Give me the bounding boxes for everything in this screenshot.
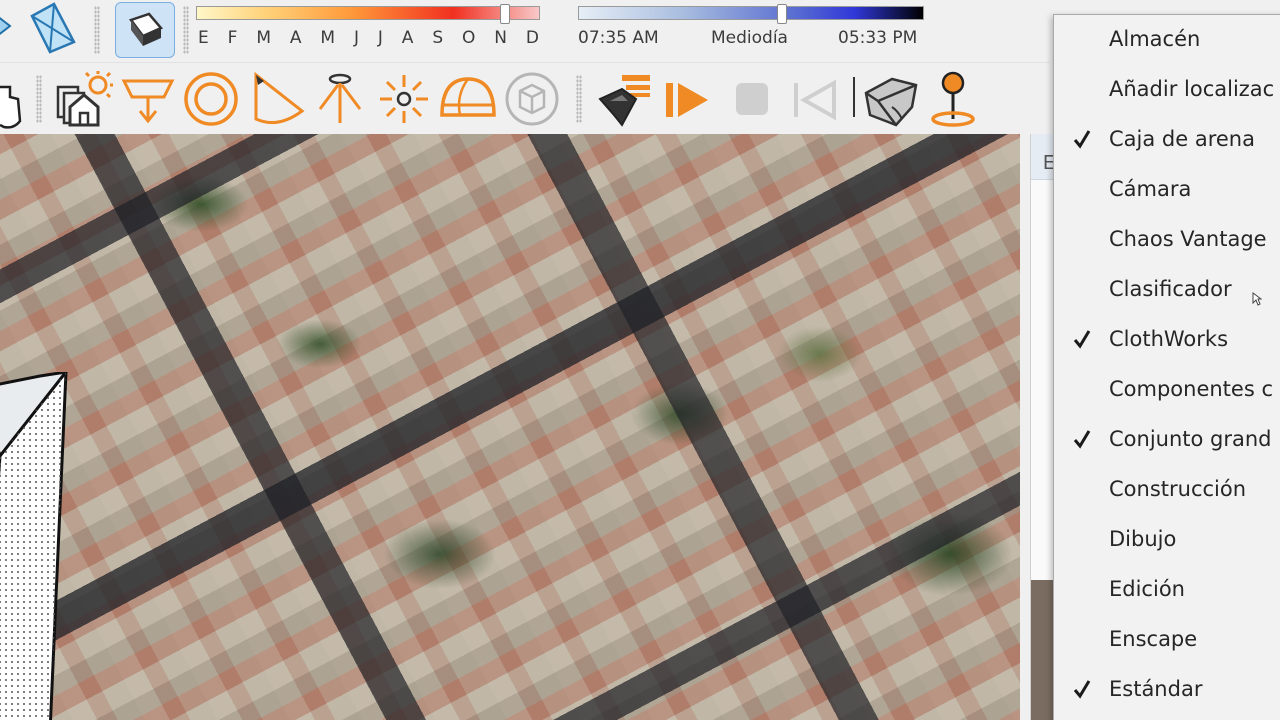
box-icon[interactable] [504,71,560,127]
time-middle-label: Mediodía [711,28,788,48]
checkmark-icon [1073,130,1091,149]
tray-thumbnail [1031,580,1055,720]
menu-item-label: Construcción [1109,477,1247,501]
xray-icon[interactable] [24,2,80,54]
month-labels: EFMAMJJASOND [198,28,540,48]
month-label: M [256,28,272,48]
play-icon[interactable] [662,77,712,123]
menu-item-label: Componentes c [1109,377,1274,401]
hand-icon[interactable] [0,77,24,129]
shadows-toggle-button[interactable] [115,2,175,58]
menu-item-label: Edición [1109,577,1185,601]
menu-item-label: ClothWorks [1109,327,1229,351]
menu-item[interactable]: Añadir localizac [1054,65,1280,115]
menu-item-label: Enscape [1109,627,1198,651]
month-label: F [227,28,239,48]
push-pull-icon[interactable] [120,71,176,127]
month-label: S [432,28,445,48]
toolbar-grip[interactable] [36,75,42,123]
time-slider[interactable] [578,4,924,24]
month-label: O [462,28,477,48]
time-start-label: 07:35 AM [578,28,659,48]
toolbar-grip[interactable] [183,6,189,54]
month-label: A [401,28,415,48]
light-burst-icon[interactable] [376,71,432,127]
month-label: J [377,28,384,48]
menu-item-label: Estándar [1109,677,1203,701]
sun-house-icon[interactable] [54,69,116,129]
menu-item-label: Conjunto grand [1109,427,1272,451]
menu-item[interactable]: Edición [1054,565,1280,615]
menu-item[interactable]: Enscape [1054,615,1280,665]
menu-item[interactable]: Caja de arena [1054,115,1280,165]
checkmark-icon [1073,680,1091,699]
sketchup-window: EFMAMJJASOND 07:35 AM Mediodía 05:33 PM [0,0,1280,720]
menu-item[interactable]: Conjunto grand [1054,415,1280,465]
menu-item[interactable]: Almacén [1054,15,1280,65]
menu-item-label: Dibujo [1109,527,1177,551]
menu-item-label: Caja de arena [1109,127,1255,151]
month-label: J [353,28,360,48]
menu-item-label: Añadir localizac [1109,77,1275,101]
time-end-label: 05:33 PM [838,28,918,48]
checkmark-icon [1073,330,1091,349]
cone-icon[interactable] [248,71,306,127]
menu-item-label: Cámara [1109,177,1192,201]
curved-path-icon[interactable] [596,71,654,129]
menu-item[interactable]: Cámara [1054,165,1280,215]
month-slider-thumb[interactable] [499,4,510,24]
month-label: D [525,28,540,48]
spotlight-icon[interactable] [312,71,368,127]
month-label: E [198,28,210,48]
time-slider-thumb[interactable] [776,4,787,24]
toolbar-grip[interactable] [94,6,100,54]
stop-icon[interactable] [728,77,776,123]
dome-icon[interactable] [438,71,498,127]
skip-back-icon[interactable] [790,77,840,123]
menu-item[interactable]: Componentes c [1054,365,1280,415]
menu-item[interactable]: ClothWorks [1054,315,1280,365]
checkmark-icon [1073,430,1091,449]
menu-item[interactable]: Clasificador [1054,265,1280,315]
month-label: A [289,28,303,48]
orbit-partial-icon[interactable] [0,4,16,50]
offset-icon[interactable] [182,71,240,127]
menu-item-label: Almacén [1109,27,1201,51]
menu-item-label: Clasificador [1109,277,1232,301]
menu-item[interactable]: Construcción [1054,465,1280,515]
map-pin-icon[interactable] [928,69,978,129]
toolbar-row-1: EFMAMJJASOND 07:35 AM Mediodía 05:33 PM [0,0,1050,62]
month-slider[interactable] [196,4,540,24]
menu-item[interactable]: Estándar [1054,665,1280,715]
toolbar-row-2 [0,62,1050,134]
toolbars-menu: Almacén Añadir localizac Caja de arena Cáma… [1053,14,1280,720]
toolbar-grip[interactable] [576,75,582,123]
mouse-cursor-icon [1252,292,1262,306]
month-label: N [494,28,508,48]
aerial-3d-viewport[interactable] [0,134,1020,720]
toolbar-divider [853,77,855,117]
model-building[interactable] [0,372,70,720]
menu-item[interactable]: Chaos Vantage [1054,215,1280,265]
month-label: M [320,28,337,48]
menu-item-label: Chaos Vantage [1109,227,1267,251]
terrain-icon[interactable] [862,71,922,129]
menu-item[interactable]: Dibujo [1054,515,1280,565]
